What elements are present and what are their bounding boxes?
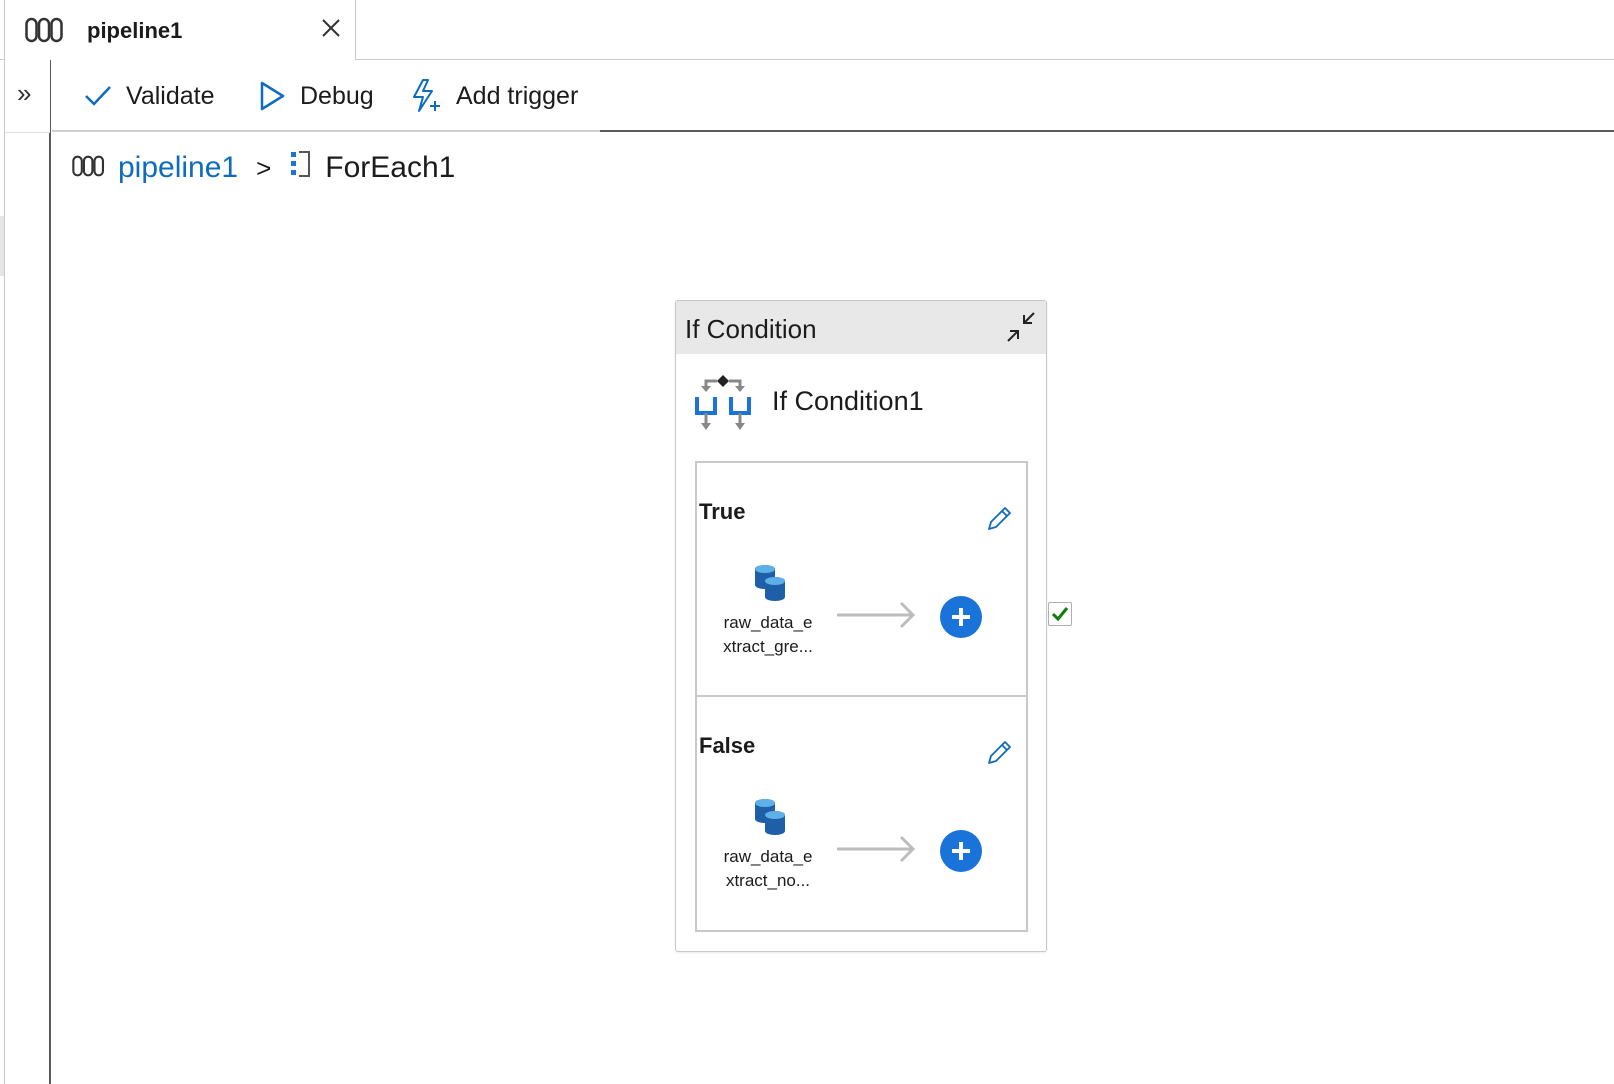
edit-pencil-icon[interactable]	[985, 505, 1013, 533]
rail-header: »	[5, 60, 50, 133]
tab-bar: pipeline1	[0, 0, 1614, 61]
validate-label: Validate	[126, 81, 215, 110]
validate-button[interactable]: Validate	[84, 78, 215, 114]
foreach-icon	[289, 149, 313, 187]
debug-label: Debug	[300, 81, 374, 110]
activity-name-line2: xtract_gre...	[723, 637, 813, 656]
debug-button[interactable]: Debug	[258, 78, 374, 114]
activity-name-line2: xtract_no...	[725, 871, 811, 890]
container-title: If Condition	[685, 314, 817, 344]
edit-pencil-icon[interactable]	[985, 739, 1013, 767]
breadcrumb-current: ForEach1	[325, 151, 456, 184]
lightning-add-icon	[413, 79, 440, 112]
add-trigger-button[interactable]: Add trigger	[410, 78, 578, 114]
activity-name: If Condition1	[772, 386, 924, 416]
checkmark-icon	[1051, 607, 1069, 622]
play-icon	[260, 81, 285, 111]
add-trigger-label: Add trigger	[456, 81, 579, 110]
add-activity-button[interactable]	[940, 596, 982, 638]
database-icon	[753, 563, 789, 608]
branch-activity-name[interactable]: raw_data_e xtract_gre...	[705, 611, 831, 659]
close-icon[interactable]	[319, 16, 343, 40]
pipeline-icon	[72, 151, 106, 185]
tab-pipeline1[interactable]: pipeline1	[4, 0, 356, 61]
tab-label: pipeline1	[87, 18, 183, 43]
breadcrumb-separator: >	[256, 152, 272, 183]
database-icon	[753, 797, 789, 842]
collapse-icon[interactable]	[1004, 309, 1038, 345]
connector-arrow-icon	[835, 832, 919, 871]
true-branch: True raw_data_e xtract_gre...	[695, 461, 1028, 697]
pipeline-icon	[25, 17, 65, 48]
add-activity-button[interactable]	[940, 830, 982, 872]
if-condition-container[interactable]: If Condition If Condition1 True raw_data…	[675, 300, 1047, 952]
false-branch: False raw_data_e xtract_no...	[695, 695, 1028, 932]
toolbar-underline	[52, 130, 600, 132]
left-rail: »	[4, 60, 51, 1084]
activity-name-line1: raw_data_e	[723, 613, 813, 632]
branch-activity-name[interactable]: raw_data_e xtract_no...	[705, 845, 831, 893]
activity-name-line1: raw_data_e	[723, 847, 813, 866]
breadcrumb-pipeline-link[interactable]: pipeline1	[118, 151, 238, 185]
success-output-handle[interactable]	[1048, 602, 1072, 626]
checkmark-icon	[85, 86, 111, 106]
branch-label: False	[699, 733, 756, 758]
container-header: If Condition	[676, 301, 1046, 354]
if-condition-icon	[694, 373, 752, 438]
toolbar: Validate Debug Add trigger	[52, 60, 1614, 132]
breadcrumb: pipeline1 > ForEach1	[72, 148, 455, 188]
connector-arrow-icon	[835, 598, 919, 637]
expand-chevron-icon[interactable]: »	[17, 80, 31, 106]
branch-label: True	[699, 499, 746, 524]
